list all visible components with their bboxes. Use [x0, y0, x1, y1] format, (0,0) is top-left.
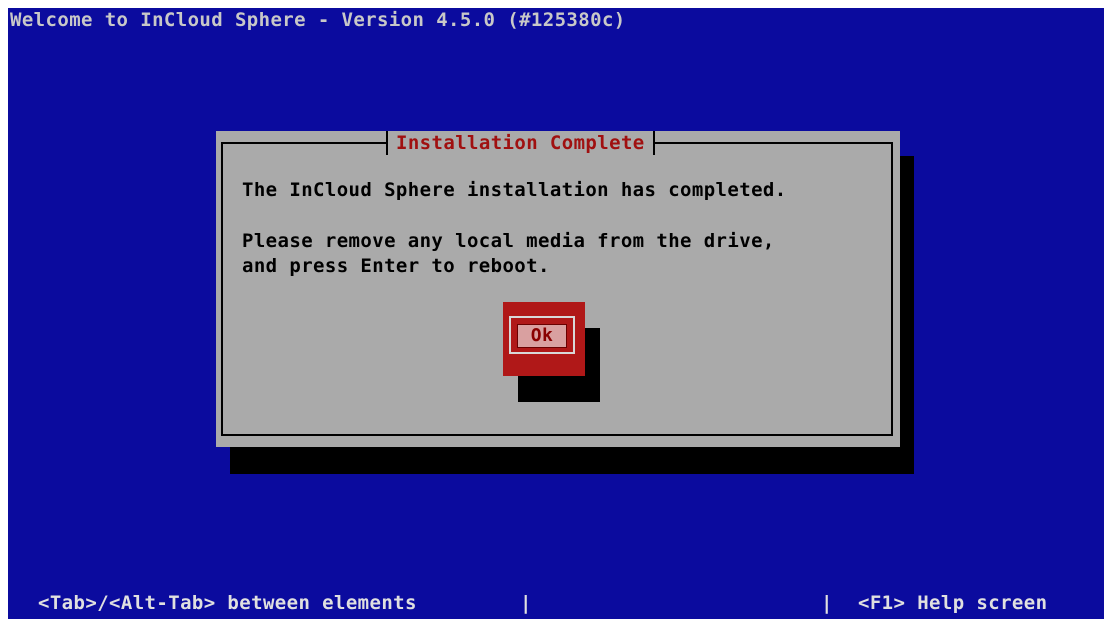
- help-separator: |: [821, 592, 833, 614]
- reboot-instruction: and press Enter to reboot.: [242, 255, 550, 277]
- ok-button[interactable]: Ok: [503, 302, 585, 376]
- window-title: Welcome to InCloud Sphere - Version 4.5.…: [10, 9, 626, 31]
- dialog-title: Installation Complete: [386, 131, 655, 155]
- help-separator: |: [520, 592, 532, 614]
- installer-screen: Welcome to InCloud Sphere - Version 4.5.…: [8, 8, 1104, 619]
- installation-complete-dialog: Installation Complete The InCloud Sphere…: [216, 131, 900, 447]
- completion-message: The InCloud Sphere installation has comp…: [242, 179, 787, 201]
- ok-button-frame: Ok: [509, 316, 575, 354]
- remove-media-message: Please remove any local media from the d…: [242, 230, 775, 252]
- tab-navigation-hint: <Tab>/<Alt-Tab> between elements: [38, 592, 417, 614]
- ok-button-label: Ok: [517, 324, 567, 348]
- f1-help-hint: <F1> Help screen: [858, 592, 1048, 614]
- help-bar: <Tab>/<Alt-Tab> between elements | | <F1…: [8, 592, 1104, 619]
